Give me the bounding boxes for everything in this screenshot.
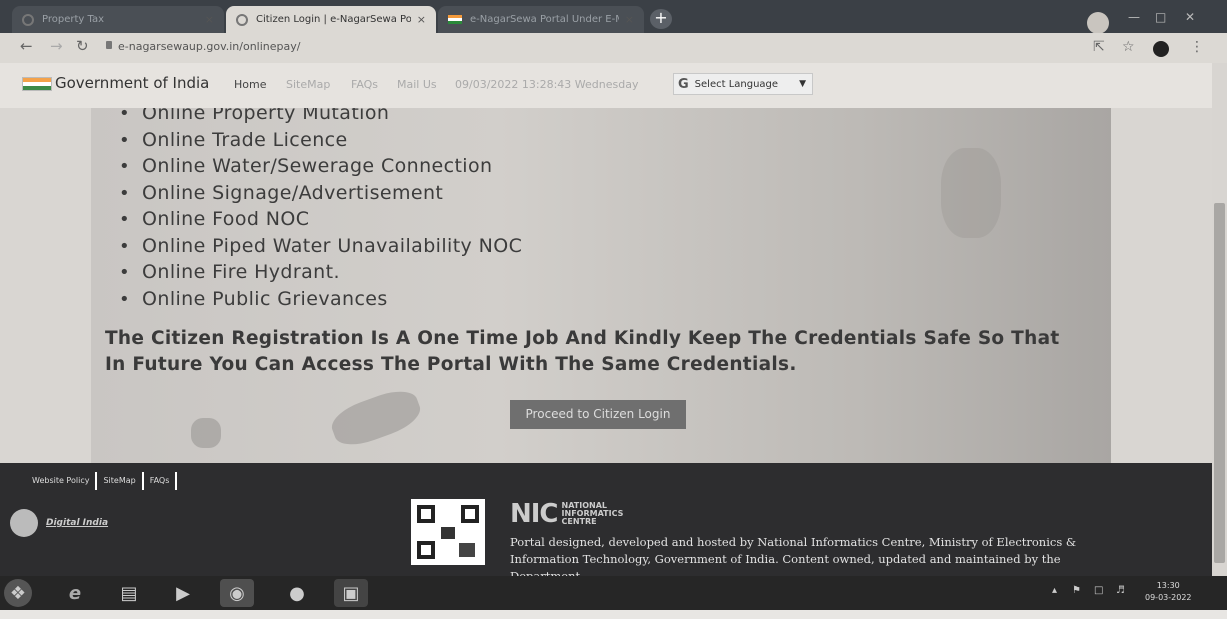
list-item: Online Fire Hydrant. xyxy=(119,259,522,286)
proceed-to-citizen-login-button[interactable]: Proceed to Citizen Login xyxy=(510,400,686,429)
close-tab-icon[interactable]: × xyxy=(417,13,426,26)
list-item: Online Property Mutation xyxy=(119,108,522,127)
extension-icon[interactable] xyxy=(1153,41,1169,57)
india-flag-icon xyxy=(448,15,462,24)
nav-home[interactable]: Home xyxy=(234,78,266,91)
services-list: Online Property Mutation Online Trade Li… xyxy=(119,108,522,312)
list-item: Online Trade Licence xyxy=(119,127,522,154)
list-item: Online Signage/Advertisement xyxy=(119,180,522,207)
chevron-down-icon: ▼ xyxy=(799,79,806,89)
close-tab-icon[interactable]: × xyxy=(625,13,634,26)
nav-mail-us[interactable]: Mail Us xyxy=(397,78,437,91)
forward-arrow-icon[interactable]: → xyxy=(50,37,63,55)
digital-india-icon xyxy=(10,509,38,537)
list-item: Online Food NOC xyxy=(119,206,522,233)
address-bar[interactable]: e-nagarsewaup.gov.in/onlinepay/ xyxy=(118,40,300,53)
tab-title: e-NagarSewa Portal Under E-M xyxy=(470,14,619,25)
snipping-tool-icon[interactable]: ▣ xyxy=(334,579,368,607)
close-window-icon[interactable]: ✕ xyxy=(1185,10,1195,24)
tray-arrow-icon[interactable]: ▴ xyxy=(1052,585,1057,596)
browser-toolbar: ← → ↻ e-nagarsewaup.gov.in/onlinepay/ ⇱ … xyxy=(0,33,1227,63)
page-scrollbar[interactable] xyxy=(1212,63,1227,583)
flag-icon[interactable]: ⚑ xyxy=(1072,585,1081,596)
star-icon[interactable]: ☆ xyxy=(1122,39,1135,55)
nav-sitemap[interactable]: SiteMap xyxy=(286,78,330,91)
site-footer: Website Policy SiteMap FAQs Digital Indi… xyxy=(0,463,1212,583)
language-select-label: Select Language xyxy=(694,78,779,90)
screen-bezel xyxy=(0,610,1227,619)
nic-full-name: NATIONAL INFORMATICS CENTRE xyxy=(561,501,624,526)
globe-icon xyxy=(236,13,248,26)
profile-icon[interactable] xyxy=(1087,12,1109,34)
google-icon: G xyxy=(678,76,689,92)
system-clock[interactable]: 13:30 09-03-2022 xyxy=(1145,580,1192,604)
india-flag-icon xyxy=(22,77,52,91)
reload-icon[interactable]: ↻ xyxy=(76,37,89,55)
clock-time: 13:30 xyxy=(1156,581,1180,590)
start-button-icon[interactable]: ❖ xyxy=(4,579,32,607)
tab-title: Citizen Login | e-NagarSewa Po xyxy=(256,14,411,25)
tab-e-nagarsewa-portal[interactable]: e-NagarSewa Portal Under E-M × xyxy=(438,6,644,33)
decorative-shape xyxy=(941,148,1001,238)
list-item: Online Public Grievances xyxy=(119,286,522,313)
menu-dots-icon[interactable]: ⋮ xyxy=(1190,39,1204,55)
back-arrow-icon[interactable]: ← xyxy=(20,37,33,55)
browser-tab-strip: Property Tax × Citizen Login | e-NagarSe… xyxy=(0,0,1227,34)
brand-title[interactable]: Government of India xyxy=(55,74,209,92)
decorative-shape xyxy=(326,383,426,453)
footer-link-website-policy[interactable]: Website Policy xyxy=(32,472,98,490)
minimize-icon[interactable]: — xyxy=(1128,10,1140,24)
decorative-shape xyxy=(191,418,221,448)
footer-link-sitemap[interactable]: SiteMap xyxy=(97,472,144,490)
media-player-icon[interactable]: ▶ xyxy=(166,579,200,607)
internet-explorer-icon[interactable]: e xyxy=(58,579,92,607)
os-taskbar: ❖ e ▤ ▶ ◉ ● ▣ ▴ ⚑ □ ♬ 13:30 09-03-2022 xyxy=(0,576,1227,610)
digital-india-label: Digital India xyxy=(46,518,109,528)
qr-code-icon xyxy=(411,499,485,565)
list-item: Online Water/Sewerage Connection xyxy=(119,153,522,180)
tab-property-tax[interactable]: Property Tax × xyxy=(12,6,224,33)
site-header: Government of India Home SiteMap FAQs Ma… xyxy=(0,63,1212,108)
globe-icon xyxy=(22,13,34,26)
footer-links: Website Policy SiteMap FAQs xyxy=(32,472,178,490)
tab-citizen-login[interactable]: Citizen Login | e-NagarSewa Po × xyxy=(226,6,436,33)
digital-india-logo[interactable]: Digital India xyxy=(10,509,108,537)
header-datetime: 09/03/2022 13:28:43 Wednesday xyxy=(455,78,639,91)
lock-icon xyxy=(106,41,112,49)
registration-notice: The Citizen Registration Is A One Time J… xyxy=(105,328,1060,375)
hero-panel: Online Property Mutation Online Trade Li… xyxy=(91,108,1111,463)
language-select[interactable]: G Select Language ▼ xyxy=(673,73,813,95)
chrome-icon[interactable]: ◉ xyxy=(220,579,254,607)
file-explorer-icon[interactable]: ▤ xyxy=(112,579,146,607)
clock-date: 09-03-2022 xyxy=(1145,593,1192,602)
network-icon[interactable]: □ xyxy=(1094,585,1103,596)
volume-icon[interactable]: ♬ xyxy=(1116,585,1125,596)
footer-link-faqs[interactable]: FAQs xyxy=(144,472,178,490)
new-tab-button[interactable]: + xyxy=(650,9,672,29)
nav-faqs[interactable]: FAQs xyxy=(351,78,378,91)
list-item: Online Piped Water Unavailability NOC xyxy=(119,233,522,260)
scrollbar-thumb[interactable] xyxy=(1214,203,1225,563)
maximize-icon[interactable]: □ xyxy=(1155,10,1166,24)
nic-logo[interactable]: NIC NATIONAL INFORMATICS CENTRE xyxy=(510,499,623,529)
share-icon[interactable]: ⇱ xyxy=(1093,39,1105,55)
firefox-icon[interactable]: ● xyxy=(280,579,314,607)
nic-logo-text: NIC xyxy=(510,499,559,529)
tab-title: Property Tax xyxy=(42,14,104,25)
close-tab-icon[interactable]: × xyxy=(205,13,214,26)
